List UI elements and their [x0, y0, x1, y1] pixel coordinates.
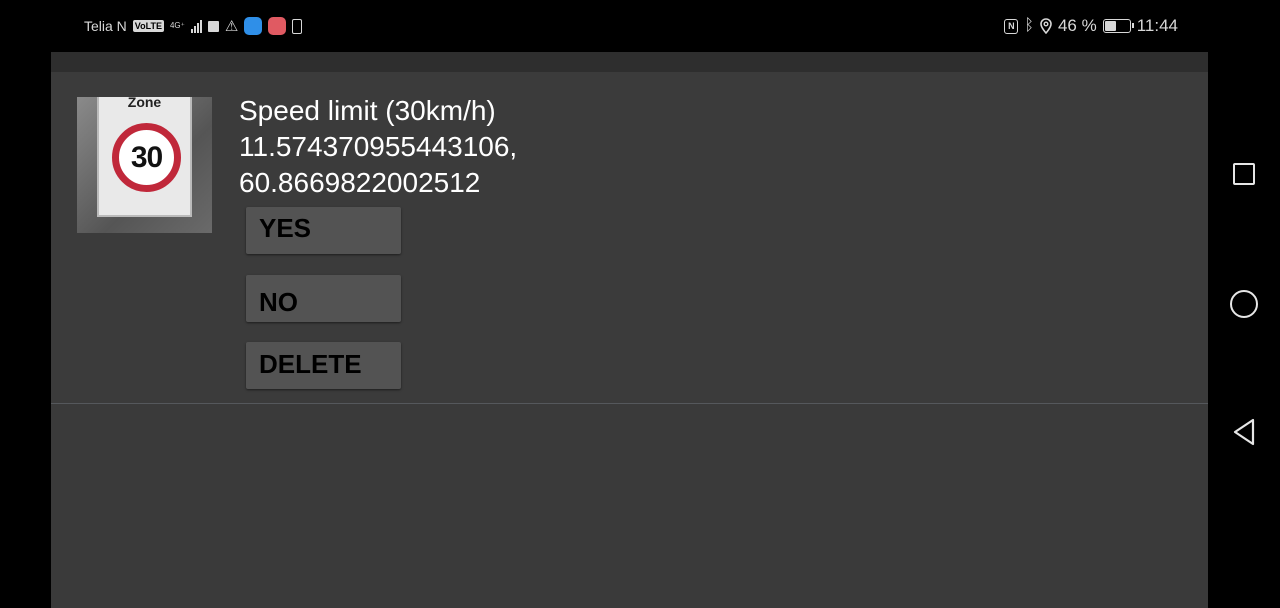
blue-app-icon	[244, 17, 263, 35]
detection-latitude: 60.8669822002512	[239, 167, 481, 198]
status-right: N ᛒ 46 % 11:44	[1004, 15, 1178, 37]
status-bar: Telia N VoLTE 4G⁺ ⚠ N ᛒ 46 % 11:44	[0, 0, 1280, 52]
red-app-icon	[268, 17, 287, 35]
location-icon	[1040, 18, 1052, 34]
warning-icon: ⚠	[224, 18, 239, 35]
yes-button[interactable]: YES	[246, 207, 401, 254]
detection-info: Speed limit (30km/h) 11.574370955443106,…	[239, 93, 739, 201]
clock: 11:44	[1136, 16, 1178, 35]
volte-icon: VoLTE	[132, 20, 164, 32]
sign-thumbnail[interactable]: Zone 30	[77, 97, 212, 233]
network-type: 4G⁺	[169, 21, 185, 30]
back-triangle-icon[interactable]	[1228, 416, 1260, 448]
app-window: Zone 30 Speed limit (30km/h) 11.57437095…	[51, 52, 1208, 608]
navigation-bar	[1208, 52, 1280, 608]
app-toolbar	[51, 52, 1208, 72]
detection-label: Speed limit (30km/h)	[239, 95, 496, 126]
sign-zone-text: Zone	[127, 97, 162, 110]
detection-list-item: Zone 30 Speed limit (30km/h) 11.57437095…	[51, 72, 1208, 404]
delete-button[interactable]: DELETE	[246, 342, 401, 389]
carrier-name: Telia N	[84, 18, 127, 34]
battery-percent: 46 %	[1057, 16, 1097, 35]
home-circle-icon[interactable]	[1228, 288, 1260, 320]
battery-icon	[1102, 19, 1134, 33]
recents-square-icon[interactable]	[1228, 158, 1260, 190]
square-notification-icon	[207, 20, 219, 32]
no-button[interactable]: NO	[246, 275, 401, 322]
signal-icon	[190, 19, 202, 33]
status-left: Telia N VoLTE 4G⁺ ⚠	[84, 15, 303, 37]
sign-plate: Zone 30	[97, 97, 192, 217]
speed-limit-sign: 30	[112, 123, 181, 192]
phone-vibrate-icon	[292, 18, 303, 34]
bluetooth-icon: ᛒ	[1024, 17, 1034, 34]
detection-longitude: 11.574370955443106,	[239, 131, 518, 162]
nfc-icon: N	[1004, 18, 1019, 34]
